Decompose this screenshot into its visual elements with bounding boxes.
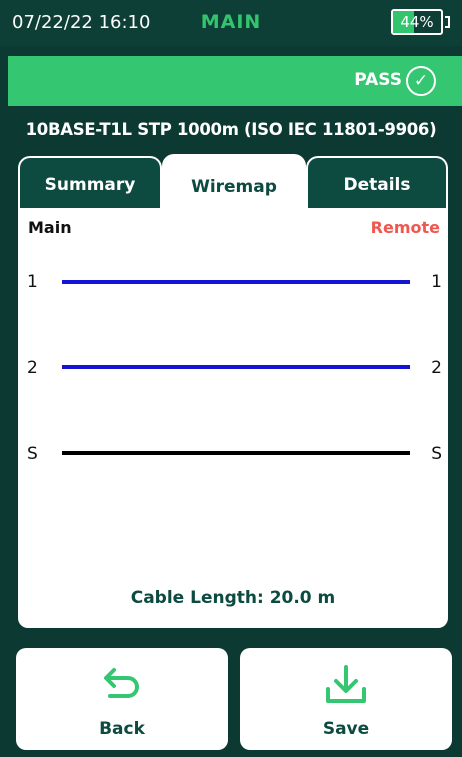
wire-2 [62, 365, 410, 369]
battery-tip [445, 16, 450, 28]
wire-shield [62, 451, 410, 455]
download-icon [240, 664, 452, 704]
pin-right-1: 1 [431, 272, 442, 292]
tab-summary[interactable]: Summary [18, 156, 162, 210]
result-label: PASS [354, 70, 402, 90]
back-label: Back [99, 719, 145, 739]
back-arrow-icon [16, 664, 228, 704]
pin-right-s: S [431, 444, 442, 464]
pin-left-2: 2 [27, 358, 38, 378]
battery-icon: 44% [391, 9, 443, 35]
pin-right-2: 2 [431, 358, 442, 378]
result-bar: PASS ✓ [8, 56, 462, 106]
back-button[interactable]: Back [16, 648, 228, 750]
save-label: Save [322, 719, 370, 739]
main-label: Main [28, 218, 72, 237]
save-button[interactable]: Save [240, 648, 452, 750]
battery-level: 44% [400, 13, 434, 31]
remote-label: Remote [370, 218, 440, 237]
tab-wiremap[interactable]: Wiremap [162, 154, 306, 212]
wire-1 [62, 280, 410, 284]
wiremap-panel: Main Remote 1 1 2 2 S S Cable Length: 20… [18, 208, 448, 628]
cable-length: Cable Length: 20.0 m [130, 588, 336, 608]
tab-details[interactable]: Details [306, 156, 448, 210]
pin-left-1: 1 [27, 272, 38, 292]
pin-left-s: S [27, 444, 38, 464]
check-circle-icon: ✓ [406, 66, 436, 96]
test-name: 10BASE-T1L STP 1000m (ISO IEC 11801-9906… [25, 120, 437, 139]
